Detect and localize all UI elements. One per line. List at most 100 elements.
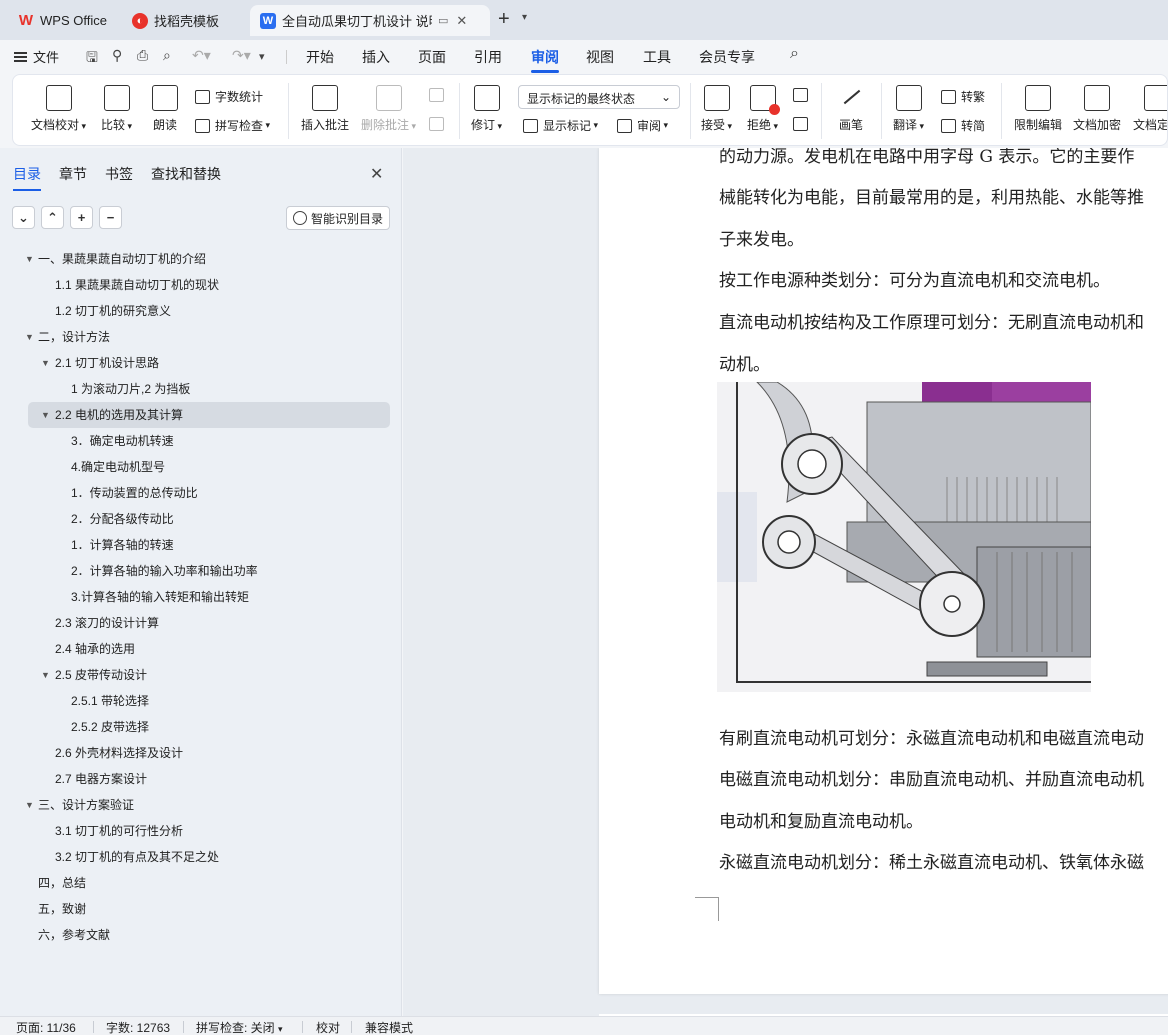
toc-item[interactable]: ▼ 2.5 皮带传动设计 (0, 662, 402, 688)
toc-item[interactable]: 1 为滚动刀片,2 为挡板 (0, 376, 402, 402)
machine-render-image[interactable] (717, 382, 1091, 692)
expand-toggle-icon[interactable]: ▼ (41, 350, 50, 376)
share-link-icon[interactable]: ⚲ (112, 47, 122, 64)
close-icon[interactable]: ✕ (456, 13, 467, 29)
toc-item-label: 2.2 电机的选用及其计算 (55, 408, 184, 422)
remove-heading-icon[interactable]: − (99, 206, 122, 229)
redo-icon[interactable]: ↷▾ (232, 47, 251, 64)
word-count-indicator[interactable]: 字数: 12763 (106, 1019, 170, 1035)
next-comment-button[interactable] (429, 117, 449, 131)
nav-tab-toc[interactable]: 目录 (13, 164, 41, 191)
close-pane-icon[interactable]: ✕ (370, 164, 383, 184)
toc-item[interactable]: 3.2 切丁机的有点及其不足之处 (0, 844, 402, 870)
review-pane-button[interactable]: 审阅 ▾ (617, 117, 668, 134)
chevron-down-icon[interactable]: ▾ (522, 12, 527, 23)
new-tab-plus-icon[interactable]: + (498, 8, 510, 31)
toc-item[interactable]: 4.确定电动机型号 (0, 454, 402, 480)
toc-item[interactable]: 1．计算各轴的转速 (0, 532, 402, 558)
toc-item[interactable]: ▼ 三、设计方案验证 (0, 792, 402, 818)
toc-item-selected[interactable]: ▼ 2.2 电机的选用及其计算 (28, 402, 390, 428)
toc-item[interactable]: 2.5.2 皮带选择 (0, 714, 402, 740)
translate-button[interactable]: 翻译 (893, 85, 924, 133)
word-count-button[interactable]: 字数统计 (195, 88, 263, 105)
expand-toggle-icon[interactable]: ▼ (41, 662, 50, 688)
more-chevron-icon[interactable]: ▾ (259, 50, 265, 63)
nav-tab-chapters[interactable]: 章节 (59, 164, 87, 191)
accept-button[interactable]: 接受 (701, 85, 732, 133)
next-change-button[interactable] (793, 117, 813, 131)
ribbon-divider (881, 83, 882, 139)
nav-tab-find-replace[interactable]: 查找和替换 (151, 164, 221, 191)
save-icon[interactable]: 🖫 (86, 47, 98, 71)
expand-toggle-icon[interactable]: ▼ (41, 402, 50, 428)
toc-item[interactable]: 六，参考文献 (0, 922, 402, 948)
toc-item[interactable]: ▼ 一、果蔬果蔬自动切丁机的介绍 (0, 246, 402, 272)
show-markup-button[interactable]: 显示标记 ▾ (523, 117, 598, 134)
tab-insert[interactable]: 插入 (362, 47, 390, 67)
monitor-icon[interactable]: ▭ (438, 14, 448, 27)
tab-home[interactable]: 开始 (306, 47, 334, 67)
restrict-edit-button[interactable]: 限制编辑 (1014, 85, 1062, 133)
tab-wps-office[interactable]: W WPS Office (8, 5, 118, 36)
ink-pen-button[interactable]: 画笔 (838, 85, 864, 133)
expand-toggle-icon[interactable]: ▼ (25, 792, 34, 818)
document-page[interactable]: 的动力源。发电机在电路中用字母 G 表示。它的主要作 械能转化为电能，目前最常用… (599, 148, 1168, 994)
toc-item[interactable]: 3.计算各轴的输入转矩和输出转矩 (0, 584, 402, 610)
toc-item[interactable]: 2.4 轴承的选用 (0, 636, 402, 662)
tab-page[interactable]: 页面 (418, 47, 446, 67)
expand-toggle-icon[interactable]: ▼ (25, 324, 34, 350)
nav-tab-bookmarks[interactable]: 书签 (105, 164, 133, 191)
reject-button[interactable]: 拒绝 (747, 85, 780, 133)
toc-item[interactable]: 五，致谢 (0, 896, 402, 922)
smart-toc-button[interactable]: 智能识别目录 (286, 206, 390, 230)
toc-item[interactable]: ▼ 2.1 切丁机设计思路 (0, 350, 402, 376)
spell-check-button[interactable]: 拼写检查 ▾ (195, 117, 270, 134)
tab-view[interactable]: 视图 (586, 47, 614, 67)
toc-item[interactable]: 2.6 外壳材料选择及设计 (0, 740, 402, 766)
prev-comment-button[interactable] (429, 88, 449, 102)
toc-item[interactable]: 1.1 果蔬果蔬自动切丁机的现状 (0, 272, 402, 298)
encrypt-doc-button[interactable]: 文档加密 (1073, 85, 1121, 133)
toc-item[interactable]: 2．计算各轴的输入功率和输出功率 (0, 558, 402, 584)
document-canvas[interactable]: 的动力源。发电机在电路中用字母 G 表示。它的主要作 械能转化为电能，目前最常用… (403, 148, 1168, 1016)
to-simplified-button[interactable]: 转简 (941, 117, 985, 134)
collapse-up-icon[interactable]: ⌃ (41, 206, 64, 229)
toc-item[interactable]: 2．分配各级传动比 (0, 506, 402, 532)
tab-review[interactable]: 审阅 (531, 47, 559, 73)
tab-member[interactable]: 会员专享 (699, 47, 755, 67)
toc-item[interactable]: 3.1 切丁机的可行性分析 (0, 818, 402, 844)
tab-references[interactable]: 引用 (474, 47, 502, 67)
print-icon[interactable]: ⎙ (137, 47, 148, 64)
tab-tools[interactable]: 工具 (643, 47, 671, 67)
toc-item[interactable]: 2.5.1 带轮选择 (0, 688, 402, 714)
doc-proof-button[interactable]: 文档校对 (31, 85, 86, 133)
tab-docer-templates[interactable]: ◐ 找稻壳模板 (122, 5, 246, 36)
compare-button[interactable]: 比较 (101, 85, 132, 133)
toc-item[interactable]: 3．确定电动机转速 (0, 428, 402, 454)
add-heading-icon[interactable]: + (70, 206, 93, 229)
proofread-status[interactable]: 校对 (316, 1019, 340, 1035)
toc-item[interactable]: 1．传动装置的总传动比 (0, 480, 402, 506)
markup-display-select[interactable]: 显示标记的最终状态 ⌄ (518, 85, 680, 109)
toc-item[interactable]: 1.2 切丁机的研究意义 (0, 298, 402, 324)
toc-item[interactable]: 2.3 滚刀的设计计算 (0, 610, 402, 636)
delete-comment-button[interactable]: 删除批注 (361, 85, 416, 133)
page-indicator[interactable]: 页面: 11/36 (16, 1019, 76, 1035)
print-preview-icon[interactable]: ⌕ (163, 47, 171, 64)
insert-comment-button[interactable]: 插入批注 (301, 85, 349, 133)
to-traditional-button[interactable]: 转繁 (941, 88, 985, 105)
track-changes-button[interactable]: 修订 (471, 85, 502, 133)
spell-check-status[interactable]: 拼写检查: 关闭 ▾ (196, 1019, 283, 1035)
file-menu-button[interactable]: 文件 (14, 47, 59, 66)
tab-current-document[interactable]: W 全自动瓜果切丁机设计 说明书 ▭ ✕ (250, 5, 490, 36)
collapse-down-icon[interactable]: ⌄ (12, 206, 35, 229)
toc-item[interactable]: ▼ 二，设计方法 (0, 324, 402, 350)
expand-toggle-icon[interactable]: ▼ (25, 246, 34, 272)
toc-item[interactable]: 四，总结 (0, 870, 402, 896)
prev-change-button[interactable] (793, 88, 813, 102)
read-aloud-button[interactable]: 朗读 (152, 85, 178, 133)
toc-item[interactable]: 2.7 电器方案设计 (0, 766, 402, 792)
search-icon[interactable]: ⌕ (790, 45, 799, 63)
finalize-doc-button[interactable]: 文档定稿 (1133, 85, 1167, 133)
undo-icon[interactable]: ↶▾ (192, 47, 211, 64)
